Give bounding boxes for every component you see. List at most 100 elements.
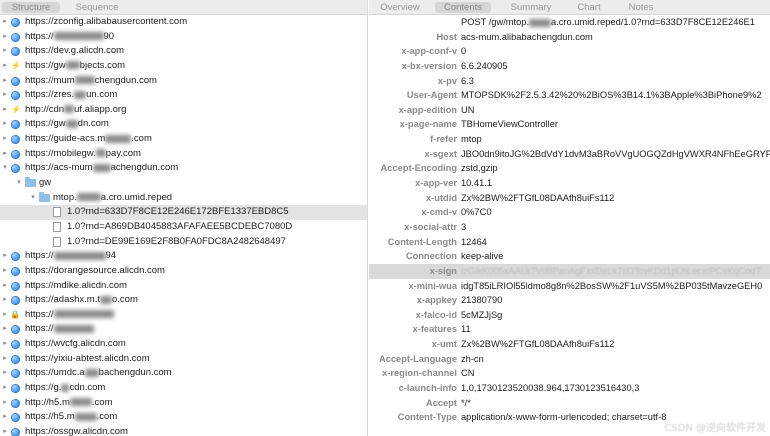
right-tab-bar: Overview Contents Summary Chart Notes [369,0,770,15]
disclosure-collapsed-icon[interactable]: ▸ [2,88,8,103]
header-key: x-appkey [416,295,457,306]
disclosure-expanded-icon[interactable]: ▾ [2,161,8,176]
host-row[interactable]: ▸ https://mobilegw. pay.com [0,147,367,162]
disclosure-collapsed-icon[interactable]: ▸ [2,352,8,367]
disclosure-collapsed-icon[interactable]: ▸ [2,15,8,30]
host-row[interactable]: ▸ https://g. cdn.com [0,381,367,396]
host-row[interactable]: ▸ https://gwbjects.com [0,59,367,74]
host-row[interactable]: ▸ https://mdike.alicdn.com [0,279,367,294]
tab-notes[interactable]: Notes [621,2,661,13]
host-row[interactable]: ▸ https://gw dn.com [0,117,367,132]
host-row[interactable]: ▸ https://umdc.a bachengdun.com [0,366,367,381]
disclosure-collapsed-icon[interactable]: ▸ [2,132,8,147]
disclosure-collapsed-icon[interactable]: ▸ [2,366,8,381]
tab-overview[interactable]: Overview [375,2,425,13]
disclosure-collapsed-icon[interactable]: ▸ [2,279,8,294]
header-row[interactable]: Content-Length 12464 [369,235,770,250]
header-row[interactable]: f-refer mtop [369,132,770,147]
host-row[interactable]: ▸ https://h5.m .com [0,410,367,425]
disclosure-collapsed-icon[interactable]: ▸ [2,249,8,264]
disclosure-collapsed-icon[interactable]: ▸ [2,308,8,323]
disclosure-expanded-icon[interactable]: ▾ [30,191,36,206]
disclosure-collapsed-icon[interactable]: ▸ [2,322,8,337]
header-value: 11 [461,324,471,335]
header-row[interactable]: x-cmd-v 0%7C0 [369,205,770,220]
header-row[interactable]: x-bx-version 6.6.240905 [369,59,770,74]
header-row[interactable]: x-utdid Zx%2BW%2FTGfL08DAAfh8uiFs112 [369,191,770,206]
disclosure-collapsed-icon[interactable]: ▸ [2,410,8,425]
header-row[interactable]: Accept-Language zh-cn [369,352,770,367]
header-value: 0 [461,46,467,57]
disclosure-expanded-icon[interactable]: ▾ [16,176,22,191]
header-value: Zx%2BW%2FTGfL08DAAfh8uiFs112 [461,339,615,350]
header-row[interactable]: x-mini-wua idgT85iLRIOl55ldmo8g8n%2BosSW%… [369,279,770,294]
tab-contents[interactable]: Contents [435,2,491,13]
header-row[interactable]: Accept-Encoding zstd,gzip [369,161,770,176]
disclosure-collapsed-icon[interactable]: ▸ [2,103,8,118]
request-row[interactable]: 1.0?rnd=A869DB4045883AFAFAEE5BCDEBC7080D [0,220,367,235]
host-row[interactable]: ▸ https://zconfig.alibabausercontent.com [0,15,367,30]
disclosure-collapsed-icon[interactable]: ▸ [2,425,8,436]
host-row[interactable]: ▸ https://94 [0,249,367,264]
row-label: https://adashx.m.t o.com [25,294,138,306]
header-row[interactable]: x-falco-id 5cMZJjSg [369,308,770,323]
host-row[interactable]: ▸ https://yixiu-abtest.alicdn.com [0,352,367,367]
header-row[interactable]: Connection keep-alive [369,249,770,264]
host-row[interactable]: ▸ http://cdnuf.aliapp.org [0,103,367,118]
path-folder-row[interactable]: ▾ mtop. a.cro.umid.reped [0,191,367,206]
disclosure-collapsed-icon[interactable]: ▸ [2,59,8,74]
host-row[interactable]: ▸ https://mum chengdun.com [0,74,367,89]
header-row[interactable]: x-sgext JBO0dn9itoJG%2BdVdY1dvM3aBRoVVgUO… [369,147,770,162]
disclosure-collapsed-icon[interactable]: ▸ [2,337,8,352]
header-row[interactable]: x-region-channel CN [369,366,770,381]
disclosure-collapsed-icon[interactable]: ▸ [2,381,8,396]
header-row[interactable]: x-pv 6.3 [369,74,770,89]
header-row[interactable]: x-sign izGIkK005xAALk7Vd8PanAgFxxDeLk7sOT… [369,263,770,279]
tab-sequence[interactable]: Sequence [70,2,124,13]
disclosure-collapsed-icon[interactable]: ▸ [2,74,8,89]
disclosure-collapsed-icon[interactable]: ▸ [2,117,8,132]
header-value: TBHomeViewController [461,119,558,130]
request-row[interactable]: 1.0?rnd=633D7F8CE12E246E172BFE1337EBD8C5 [0,205,367,220]
header-row[interactable]: x-social-attr 3 [369,220,770,235]
host-row[interactable]: ▸ http://h5.m .com [0,396,367,411]
header-row[interactable]: x-app-edition UN [369,103,770,118]
header-row[interactable]: x-features 11 [369,322,770,337]
host-row[interactable]: ▸ https://guide-acs.m .com [0,132,367,147]
tab-structure[interactable]: Structure [2,2,60,13]
host-row[interactable]: ▸ https://ossgw.alicdn.com [0,425,367,436]
header-row[interactable]: x-app-ver 10.41.1 [369,176,770,191]
header-row[interactable]: x-app-conf-v 0 [369,44,770,59]
disclosure-collapsed-icon[interactable]: ▸ [2,396,8,411]
header-row[interactable]: c-launch-info 1,0,1730123520038.964,17301… [369,381,770,396]
header-row[interactable]: x-umt Zx%2BW%2FTGfL08DAAfh8uiFs112 [369,337,770,352]
disclosure-collapsed-icon[interactable]: ▸ [2,264,8,279]
host-row[interactable]: ▸ https://90 [0,30,367,45]
disclosure-collapsed-icon[interactable]: ▸ [2,44,8,59]
request-row[interactable]: 1.0?rnd=DE99E169E2F8B0FA0FDC8A2482648497 [0,235,367,250]
host-row[interactable]: ▸ https://zres. un.com [0,88,367,103]
header-row[interactable]: Host acs-mum.alibabachengdun.com [369,30,770,45]
disclosure-collapsed-icon[interactable]: ▸ [2,30,8,45]
redacted-text [69,398,92,407]
host-row[interactable]: ▸ https://adashx.m.t o.com [0,293,367,308]
disclosure-collapsed-icon[interactable]: ▸ [2,147,8,162]
tab-chart[interactable]: Chart [569,2,609,13]
path-folder-row[interactable]: ▾ gw [0,176,367,191]
header-row[interactable]: Accept */* [369,396,770,411]
host-row[interactable]: ▸ https://dorangesource.alicdn.com [0,264,367,279]
host-row[interactable]: ▸ https://dev.g.alicdn.com [0,44,367,59]
host-row[interactable]: ▾ https://acs-mum achengdun.com [0,161,367,176]
doc-icon [53,207,61,218]
tab-summary[interactable]: Summary [505,2,557,13]
header-value: idgT85iLRIOl55ldmo8g8n%2BosSW%2F1uVS5M%2… [461,280,763,291]
header-row[interactable]: POST /gw/mtop. a.cro.umid.reped/1.0?rnd=6… [369,15,770,30]
host-row[interactable]: ▸ https://wvcfg.alicdn.com [0,337,367,352]
header-row[interactable]: User-Agent MTOPSDK%2F2.5.3.42%20%2BiOS%3B… [369,88,770,103]
header-value: application/x-www-form-urlencoded; chars… [461,412,667,423]
host-row[interactable]: ▸ https:// [0,308,367,323]
host-row[interactable]: ▸ https:// [0,322,367,337]
header-row[interactable]: x-appkey 21380790 [369,293,770,308]
disclosure-collapsed-icon[interactable]: ▸ [2,293,8,308]
header-row[interactable]: x-page-name TBHomeViewController [369,117,770,132]
